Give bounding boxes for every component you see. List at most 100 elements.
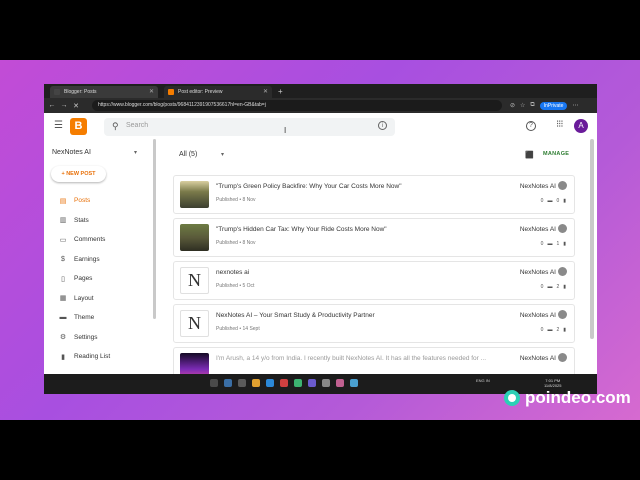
blogger-logo[interactable]: B (70, 118, 87, 135)
comment-count: 0 (540, 241, 544, 247)
read-aloud-icon[interactable]: ⊘ (510, 102, 515, 109)
post-title[interactable]: nexnotes ai (216, 269, 506, 276)
sidebar-item-pages[interactable]: ▯ Pages (44, 269, 154, 289)
clock[interactable]: 7:01 PM 11/8/2025 (544, 378, 562, 388)
post-title[interactable]: NexNotes AI – Your Smart Study & Product… (216, 312, 506, 319)
label-icon[interactable]: ⬛ (525, 151, 534, 159)
post-meta: Published • 14 Sept (216, 326, 260, 332)
author-avatar (558, 224, 567, 233)
post-thumbnail (180, 181, 209, 208)
blog-name[interactable]: NexNotes AI (52, 149, 91, 156)
manage-button[interactable]: MANAGE (543, 151, 569, 157)
url-field[interactable]: https://www.blogger.com/blog/posts/96841… (92, 100, 502, 111)
top-bar: ☰ B ⚲ Search i I ? ⁝⁝⁝ A (44, 113, 597, 139)
post-row[interactable]: N nexnotes ai Published • 5 Oct NexNotes… (173, 261, 575, 300)
letterbox-top (0, 0, 640, 60)
blogger-favicon (168, 89, 174, 95)
post-row[interactable]: "Trump's Green Policy Backfire: Why Your… (173, 175, 575, 214)
post-meta: Published • 8 Nov (216, 240, 256, 246)
search-bar[interactable]: ⚲ Search i (104, 118, 395, 136)
search-input[interactable]: Search (126, 122, 148, 129)
start-icon[interactable] (210, 379, 218, 387)
sidebar-item-label: Posts (74, 197, 91, 205)
views-icon: ▮ (563, 198, 566, 204)
info-icon[interactable]: i (378, 121, 387, 130)
back-icon[interactable]: ← (48, 102, 56, 109)
forward-icon[interactable]: → (60, 102, 68, 109)
view-count: 0 (556, 198, 560, 204)
post-row[interactable]: N NexNotes AI – Your Smart Study & Produ… (173, 304, 575, 343)
app-icon[interactable] (350, 379, 358, 387)
sidebar-item-settings[interactable]: ⚙ Settings (44, 328, 154, 348)
menu-icon[interactable]: ⋯ (572, 102, 578, 109)
sidebar-item-earnings[interactable]: $ Earnings (44, 250, 154, 270)
sidebar-item-stats[interactable]: ▥ Stats (44, 211, 154, 231)
task-view-icon[interactable] (238, 379, 246, 387)
poindeo-logo-icon (504, 390, 520, 406)
view-count: 2 (556, 284, 560, 290)
new-post-button[interactable]: + NEW POST (51, 166, 106, 182)
post-title[interactable]: "Trump's Hidden Car Tax: Why Your Ride C… (216, 226, 506, 233)
post-thumbnail-letter: N (180, 310, 209, 337)
collections-icon[interactable]: ⧉ (530, 102, 534, 109)
new-tab-button[interactable]: + (278, 86, 283, 98)
sidebar-item-comments[interactable]: ▭ Comments (44, 230, 154, 250)
post-author: NexNotes AI (519, 226, 556, 233)
sidebar-item-theme[interactable]: ▬ Theme (44, 308, 154, 328)
reload-icon[interactable]: ✕ (72, 102, 80, 110)
tab-bar: Blogger: Posts ✕ Post editor: Preview ✕ … (44, 84, 597, 98)
close-icon[interactable]: ✕ (263, 88, 268, 95)
post-row[interactable]: "Trump's Hidden Car Tax: Why Your Ride C… (173, 218, 575, 257)
stats-icon: ▥ (59, 217, 67, 225)
help-icon[interactable]: ? (526, 121, 536, 131)
app-icon[interactable] (280, 379, 288, 387)
views-icon: ▮ (563, 327, 566, 333)
blogger-app: ☰ B ⚲ Search i I ? ⁝⁝⁝ A NexNotes AI ▾ +… (44, 113, 597, 394)
sidebar-item-posts[interactable]: ▤ Posts (44, 191, 154, 211)
watermark: poindeo.com (504, 388, 631, 408)
chevron-down-icon[interactable]: ▾ (221, 151, 224, 158)
author-avatar (558, 353, 567, 362)
app-icon[interactable] (336, 379, 344, 387)
tab-blogger-posts[interactable]: Blogger: Posts ✕ (50, 86, 158, 98)
post-author: NexNotes AI (519, 355, 556, 362)
post-thumbnail (180, 224, 209, 251)
sidebar-item-label: Stats (74, 216, 89, 224)
sidebar-item-label: Reading List (74, 353, 111, 361)
views-icon: ▮ (563, 241, 566, 247)
app-icon[interactable] (294, 379, 302, 387)
post-filter-dropdown[interactable]: All (5) (179, 151, 197, 158)
edge-icon[interactable] (266, 379, 274, 387)
avatar[interactable]: A (574, 119, 588, 133)
file-explorer-icon[interactable] (252, 379, 260, 387)
close-icon[interactable]: ✕ (149, 88, 154, 95)
main-scrollbar[interactable] (590, 139, 594, 339)
watermark-text: poindeo.com (525, 388, 631, 407)
search-app-icon[interactable] (224, 379, 232, 387)
hamburger-menu-icon[interactable]: ☰ (54, 120, 63, 131)
view-count: 2 (556, 327, 560, 333)
sidebar-item-layout[interactable]: ▦ Layout (44, 289, 154, 309)
post-title[interactable]: "Trump's Green Policy Backfire: Why Your… (216, 183, 506, 190)
post-meta: Published • 8 Nov (216, 197, 256, 203)
tray-language[interactable]: ENG IN (476, 378, 490, 383)
inprivate-badge[interactable]: InPrivate (539, 101, 568, 110)
tab-post-editor[interactable]: Post editor: Preview ✕ (164, 86, 272, 98)
comment-icon: ▬ (547, 241, 553, 247)
taskbar-apps (210, 379, 358, 387)
post-title[interactable]: I'm Arush, a 14 y/o from India. I recent… (216, 355, 506, 362)
chevron-down-icon[interactable]: ▾ (134, 149, 137, 156)
sidebar-nav: ▤ Posts ▥ Stats ▭ Comments $ Earnings ▯ (44, 191, 154, 367)
comment-icon: ▬ (547, 198, 553, 204)
app-icon[interactable] (308, 379, 316, 387)
post-stats: 0 ▬ 2 ▮ (541, 327, 566, 333)
pages-icon: ▯ (61, 275, 65, 283)
comment-count: 0 (540, 284, 544, 290)
sidebar-item-reading-list[interactable]: ▮ Reading List (44, 347, 154, 367)
browser-window: Blogger: Posts ✕ Post editor: Preview ✕ … (44, 84, 597, 394)
app-icon[interactable] (322, 379, 330, 387)
apps-grid-icon[interactable]: ⁝⁝⁝ (556, 119, 563, 130)
favorite-icon[interactable]: ☆ (520, 102, 525, 109)
letterbox-bottom (0, 420, 640, 480)
sidebar-item-label: Earnings (74, 255, 100, 263)
